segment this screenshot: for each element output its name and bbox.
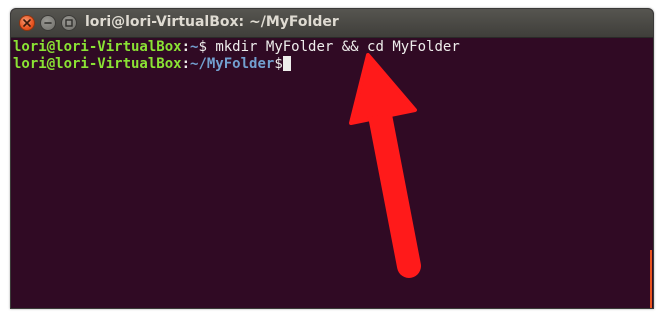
prompt-separator: : — [181, 56, 191, 72]
prompt-path: ~/MyFolder — [190, 56, 275, 72]
terminal-line: lori@lori-VirtualBox:~/MyFolder$ — [13, 56, 653, 73]
title-bar[interactable]: lori@lori-VirtualBox: ~/MyFolder — [11, 9, 653, 38]
close-button[interactable] — [19, 15, 35, 31]
minimize-icon — [44, 22, 52, 24]
minimize-button[interactable] — [40, 15, 56, 31]
maximize-button[interactable] — [61, 15, 77, 31]
terminal-line: lori@lori-VirtualBox:~$ mkdir MyFolder &… — [13, 39, 653, 56]
scrollbar-indicator[interactable] — [650, 250, 652, 308]
terminal-window: lori@lori-VirtualBox: ~/MyFolder lori@lo… — [10, 8, 654, 309]
terminal-output[interactable]: lori@lori-VirtualBox:~$ mkdir MyFolder &… — [11, 38, 653, 308]
window-title: lori@lori-VirtualBox: ~/MyFolder — [85, 14, 339, 30]
command-text: mkdir MyFolder && cd MyFolder — [206, 39, 460, 55]
prompt-user-host: lori@lori-VirtualBox — [13, 39, 182, 55]
close-icon — [23, 19, 31, 27]
text-cursor — [282, 56, 291, 71]
prompt-user-host: lori@lori-VirtualBox — [13, 56, 182, 72]
prompt-symbol: $ — [274, 56, 283, 72]
maximize-icon — [65, 19, 73, 27]
prompt-separator: : — [181, 39, 191, 55]
prompt-symbol: $ — [198, 39, 207, 55]
